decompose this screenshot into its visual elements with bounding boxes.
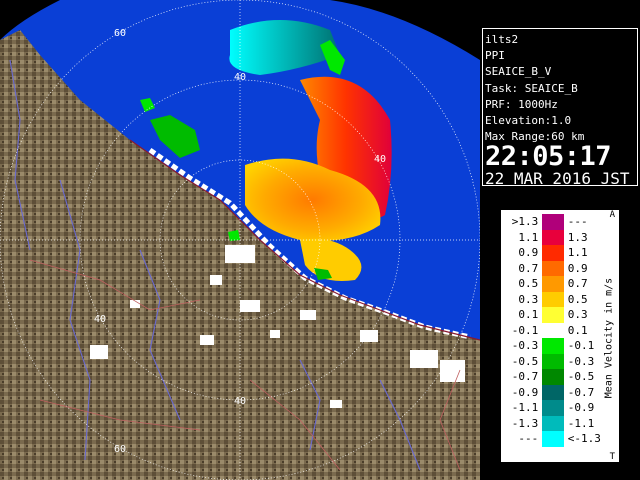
task-label: Task: SEAICE_B (485, 81, 578, 95)
legend-row: 0.5 0.7 (507, 276, 601, 292)
legend-title-text: Mean Velocity in m/s (603, 277, 615, 399)
legend-color-swatch (542, 431, 564, 447)
legend-color-swatch (542, 307, 564, 323)
legend-row: -0.5 -0.3 (507, 353, 601, 369)
legend-low-value: 1.1 (518, 230, 539, 244)
velocity-legend: >1.3 --- 1.1 1.3 0.9 1.1 0.7 0.9 0.5 0.7 0.3 0.5 0.1… (500, 209, 620, 463)
legend-low-value: -0.5 (511, 354, 539, 368)
legend-high-value: 0.3 (567, 308, 588, 322)
legend-row: 0.1 0.3 (507, 307, 601, 323)
legend-low-value: 0.3 (518, 292, 539, 306)
legend-high-value: -0.5 (567, 370, 595, 384)
legend-low-value: -0.3 (511, 339, 539, 353)
legend-row: -0.7 -0.5 (507, 369, 601, 385)
legend-row: -0.1 0.1 (507, 322, 601, 338)
legend-rows: >1.3 --- 1.1 1.3 0.9 1.1 0.7 0.9 0.5 0.7 0.3 0.5 0.1… (507, 214, 601, 447)
legend-row: 1.1 1.3 (507, 229, 601, 245)
legend-high-value: -0.7 (567, 385, 595, 399)
legend-row: 0.9 1.1 (507, 245, 601, 261)
scan-date: 22 MAR 2016 JST (485, 169, 630, 189)
radar-name: ilts2 (485, 33, 519, 46)
legend-row: -0.3 -0.1 (507, 338, 601, 354)
legend-row: >1.3 --- (507, 214, 601, 230)
radar-ppi-display[interactable]: 60 40 40 40 40 60 (0, 0, 480, 480)
radar-map-svg[interactable]: 60 40 40 40 40 60 (0, 0, 480, 480)
legend-row: -0.9 -0.7 (507, 384, 601, 400)
legend-color-swatch (542, 260, 564, 276)
legend-row: -1.3 -1.1 (507, 415, 601, 431)
legend-row: -1.1 -0.9 (507, 400, 601, 416)
legend-color-swatch (542, 229, 564, 245)
range-label-40-bottom: 40 (234, 396, 246, 407)
legend-high-value: -1.1 (567, 416, 595, 430)
legend-high-value: 0.1 (567, 323, 588, 337)
legend-row: 0.3 0.5 (507, 291, 601, 307)
legend-low-value: 0.5 (518, 277, 539, 291)
legend-color-swatch (542, 245, 564, 261)
range-label-40-right: 40 (374, 154, 386, 165)
prf-label: PRF: 1000Hz (485, 97, 558, 111)
legend-color-swatch (542, 384, 564, 400)
legend-high-value: 0.9 (567, 261, 588, 275)
legend-color-swatch (542, 276, 564, 292)
range-label-40-top: 40 (234, 72, 246, 83)
legend-high-value: 0.5 (567, 292, 588, 306)
legend-low-value: -1.3 (511, 416, 539, 430)
range-label-60-bottom: 60 (114, 444, 126, 455)
legend-high-value: 1.3 (567, 230, 588, 244)
legend-high-value: --- (567, 215, 588, 229)
legend-low-value: --- (518, 432, 539, 446)
product-type: PPI (485, 49, 505, 63)
legend-high-value: -0.1 (567, 339, 595, 353)
legend-color-swatch (542, 338, 564, 354)
legend-high-value: <-1.3 (567, 432, 601, 446)
legend-color-swatch (542, 415, 564, 431)
legend-high-value: -0.9 (567, 401, 595, 415)
legend-row: 0.7 0.9 (507, 260, 601, 276)
legend-high-value: -0.3 (567, 354, 595, 368)
scan-time: 22:05:17 (485, 141, 612, 173)
legend-color-swatch (542, 353, 564, 369)
legend-high-value: 1.1 (567, 246, 588, 260)
legend-low-value: 0.7 (518, 261, 539, 275)
legend-low-value: -0.9 (511, 385, 539, 399)
legend-high-value: 0.7 (567, 277, 588, 291)
legend-low-value: 0.1 (518, 308, 539, 322)
legend-color-swatch (542, 400, 564, 416)
legend-color-swatch (542, 214, 564, 230)
range-label-40-left: 40 (94, 314, 106, 325)
legend-color-swatch (542, 291, 564, 307)
legend-color-swatch (542, 322, 564, 338)
legend-title: Mean Velocity in m/s (602, 218, 616, 458)
legend-color-swatch (542, 369, 564, 385)
radar-info-panel: ilts2 PPI SEAICE_B_V Task: SEAICE_B PRF:… (482, 28, 638, 189)
product-param: SEAICE_B_V (485, 65, 552, 79)
legend-low-value: -1.1 (511, 401, 539, 415)
range-label-60-top: 60 (114, 28, 126, 39)
legend-low-value: >1.3 (511, 215, 539, 229)
legend-arrow-top: A (609, 210, 615, 220)
elevation-label: Elevation:1.0 (485, 114, 572, 128)
legend-low-value: 0.9 (518, 246, 539, 260)
legend-arrow-bottom: T (609, 452, 615, 462)
legend-low-value: -0.7 (511, 370, 539, 384)
legend-row: --- <-1.3 (507, 431, 601, 447)
legend-low-value: -0.1 (511, 323, 539, 337)
